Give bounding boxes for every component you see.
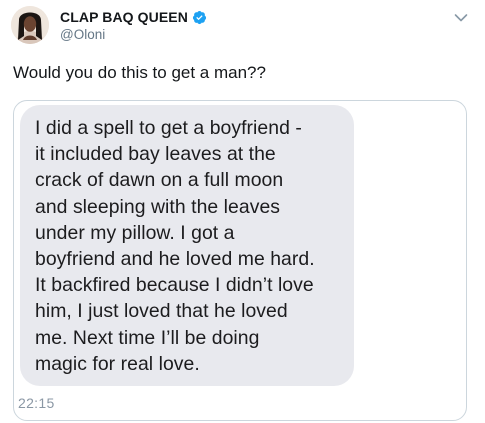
avatar-image	[11, 6, 49, 44]
display-name[interactable]: CLAP BAQ QUEEN	[60, 9, 188, 25]
verified-badge-icon	[192, 10, 207, 25]
chevron-down-icon[interactable]	[454, 13, 468, 23]
message-timestamp: 22:15	[18, 395, 55, 411]
user-handle[interactable]: @Oloni	[60, 27, 207, 42]
tweet-text: Would you do this to get a man??	[13, 63, 266, 82]
tweet: CLAP BAQ QUEEN @Oloni Would you do this …	[0, 0, 485, 423]
tweet-header: CLAP BAQ QUEEN @Oloni	[60, 9, 207, 42]
message-text: I did a spell to get a boyfriend - it in…	[35, 117, 315, 375]
message-bubble: I did a spell to get a boyfriend - it in…	[20, 105, 354, 386]
display-name-row: CLAP BAQ QUEEN	[60, 9, 207, 25]
media-card[interactable]: I did a spell to get a boyfriend - it in…	[13, 100, 467, 421]
avatar[interactable]	[11, 6, 49, 44]
